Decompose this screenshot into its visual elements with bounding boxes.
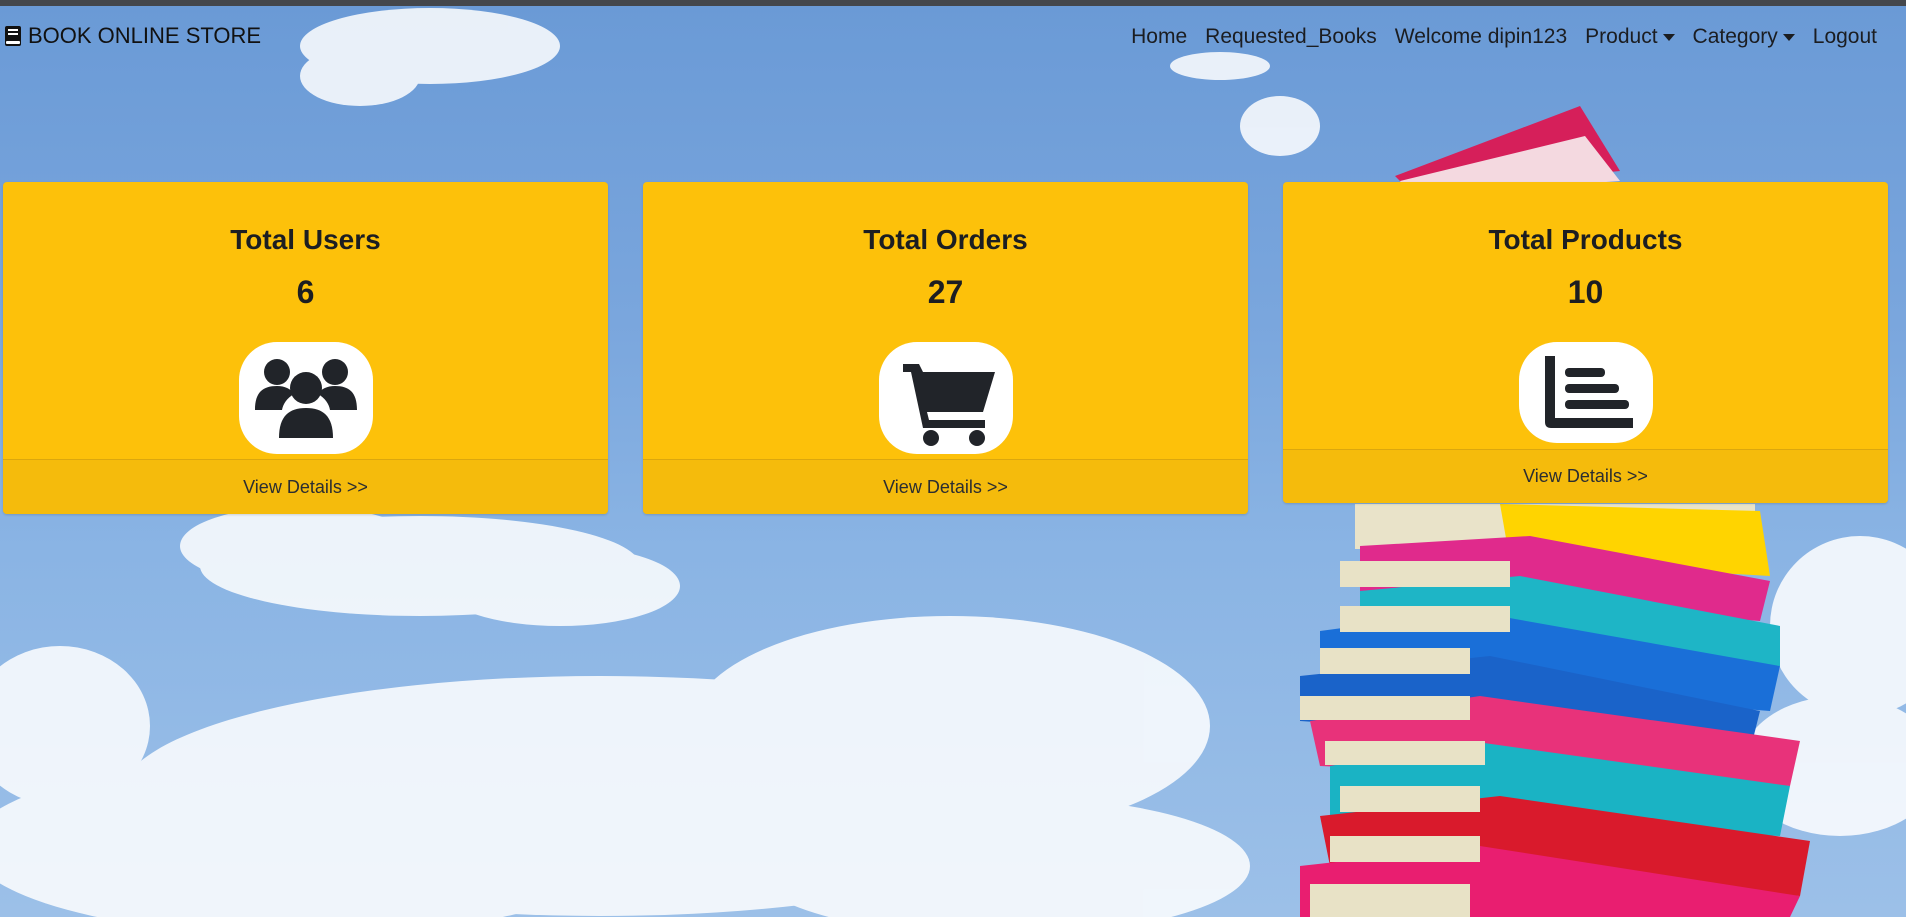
card-body: Total Products 10 [1283, 182, 1888, 443]
total-users-card: Total Users 6 View Details >> [3, 182, 608, 514]
card-value: 10 [1567, 274, 1604, 310]
card-title: Total Users [230, 224, 381, 255]
view-details-link[interactable]: View Details >> [643, 459, 1248, 514]
navbar: BOOK ONLINE STORE Home Requested_Books W… [0, 6, 1906, 76]
cart-icon [878, 342, 1013, 454]
total-orders-card: Total Orders 27 View Details >> [643, 182, 1248, 514]
nav-product-label: Product [1585, 25, 1658, 48]
brand-name: BOOK ONLINE STORE [28, 23, 262, 48]
total-products-card: Total Products 10 View Details >> [1283, 182, 1888, 503]
users-icon [238, 342, 373, 454]
book-icon [5, 26, 21, 46]
cart-icon-graphic [902, 364, 995, 446]
card-value: 27 [927, 274, 964, 310]
card-body: Total Users 6 [3, 182, 608, 454]
view-details-link[interactable]: View Details >> [3, 459, 608, 514]
list-icon-graphic [1544, 355, 1633, 428]
card-body: Total Orders 27 [643, 182, 1248, 454]
list-icon [1518, 342, 1653, 443]
card-title: Total Orders [863, 224, 1028, 255]
users-icon-graphic [254, 359, 357, 438]
nav-welcome-user[interactable]: Welcome dipin123 [1386, 25, 1576, 49]
nav-category-label: Category [1692, 25, 1778, 48]
nav-requested-books[interactable]: Requested_Books [1196, 25, 1386, 49]
nav-logout[interactable]: Logout [1804, 25, 1886, 49]
card-title: Total Products [1488, 224, 1683, 255]
nav-links: Home Requested_Books Welcome dipin123 Pr… [1122, 25, 1886, 49]
chevron-down-icon [1782, 33, 1795, 41]
nav-category-dropdown[interactable]: Category [1684, 25, 1804, 49]
card-value: 6 [296, 274, 315, 310]
view-details-link[interactable]: View Details >> [1283, 449, 1888, 503]
chevron-down-icon [1662, 33, 1675, 41]
brand-link[interactable]: BOOK ONLINE STORE [4, 23, 261, 49]
nav-product-dropdown[interactable]: Product [1576, 25, 1683, 49]
nav-home[interactable]: Home [1122, 25, 1196, 49]
